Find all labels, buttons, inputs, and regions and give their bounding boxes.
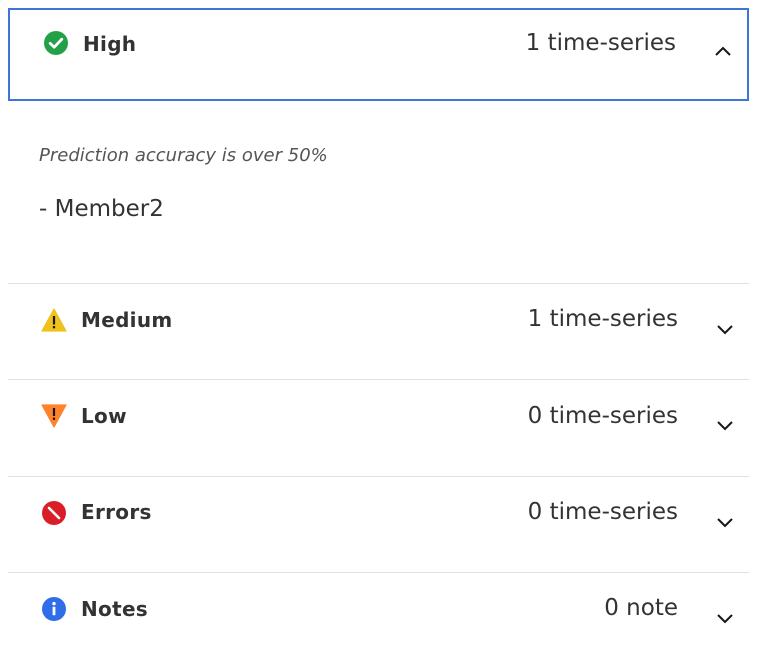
accordion-header-errors[interactable]: Errors 0 time-series <box>8 477 749 572</box>
accuracy-accordion: High 1 time-series Prediction accuracy i… <box>0 0 763 666</box>
accordion-title-notes: Notes <box>81 597 149 621</box>
chevron-down-icon[interactable] <box>715 512 735 532</box>
chevron-down-icon[interactable] <box>715 415 735 435</box>
accordion-title-high: High <box>83 32 137 56</box>
info-circle-icon <box>41 596 67 622</box>
accordion-count-medium: 1 time-series <box>527 306 678 332</box>
chevron-up-icon[interactable] <box>713 42 733 62</box>
member-list-item: - Member2 <box>39 196 164 222</box>
chevron-down-icon[interactable] <box>715 608 735 628</box>
error-circle-icon <box>41 500 67 526</box>
accordion-title-errors: Errors <box>81 500 152 524</box>
accordion-header-low[interactable]: Low 0 time-series <box>8 380 749 475</box>
accordion-header-medium[interactable]: Medium 1 time-series <box>8 284 749 379</box>
warning-triangle-icon <box>41 307 67 333</box>
accordion-count-errors: 0 time-series <box>527 499 678 525</box>
check-circle-icon <box>43 30 69 56</box>
accordion-count-notes: 0 note <box>604 595 678 621</box>
accordion-title-medium: Medium <box>81 308 173 332</box>
accordion-header-notes[interactable]: Notes 0 note <box>8 573 749 668</box>
prediction-accuracy-description: Prediction accuracy is over 50% <box>39 145 328 166</box>
accordion-title-low: Low <box>81 404 127 428</box>
chevron-down-icon[interactable] <box>715 319 735 339</box>
accordion-header-high[interactable]: High 1 time-series <box>8 8 749 101</box>
warning-down-triangle-icon <box>41 403 67 429</box>
accordion-count-low: 0 time-series <box>527 403 678 429</box>
accordion-panel-high: Prediction accuracy is over 50% - Member… <box>8 103 749 283</box>
accordion-count-high: 1 time-series <box>525 30 676 56</box>
